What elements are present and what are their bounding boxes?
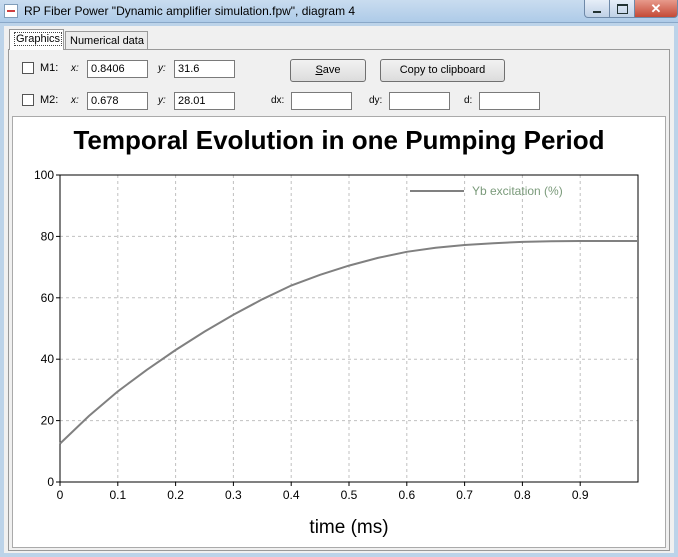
x-tick-label: 0.1 <box>109 488 126 502</box>
tab-numerical-label: Numerical data <box>70 35 144 47</box>
save-label-rest: ave <box>322 64 341 76</box>
m1-checkbox[interactable] <box>22 62 34 74</box>
x-tick-label: 0.5 <box>341 488 358 502</box>
title-bar: RP Fiber Power "Dynamic amplifier simula… <box>0 0 678 23</box>
m2-x-label: x: <box>71 95 79 106</box>
m2-checkbox[interactable] <box>22 94 34 106</box>
grid <box>60 175 638 482</box>
m2-label: M2: <box>40 94 59 106</box>
legend-label: Yb excitation (%) <box>472 184 563 198</box>
x-tick-label: 0.9 <box>572 488 589 502</box>
m1-x-label: x: <box>71 63 79 74</box>
m1-y-field[interactable] <box>174 60 235 78</box>
m1-label: M1: <box>40 62 59 74</box>
tab-graphics[interactable]: Graphics <box>9 29 64 50</box>
dy-field[interactable] <box>389 92 450 110</box>
minimize-button[interactable] <box>584 0 610 18</box>
copy-to-clipboard-button[interactable]: Copy to clipboard <box>380 59 505 82</box>
m2-x-field[interactable] <box>87 92 148 110</box>
ticks: 0 0.1 0.2 0.3 0.4 0.5 0.6 0.7 0.8 0.9 0 20 40 60 80 100 <box>34 168 589 502</box>
x-tick-label: 0 <box>57 488 64 502</box>
m2-y-field[interactable] <box>174 92 235 110</box>
d-field[interactable] <box>479 92 540 110</box>
m1-x-field[interactable] <box>87 60 148 78</box>
dx-field[interactable] <box>291 92 352 110</box>
legend: Yb excitation (%) <box>410 184 563 198</box>
tab-numerical-data[interactable]: Numerical data <box>65 31 148 49</box>
save-button[interactable]: Save <box>290 59 366 82</box>
y-tick-label: 20 <box>41 414 55 428</box>
graphics-panel: M1: x: y: Save Copy to clipboard M2: x: … <box>8 49 670 551</box>
y-tick-label: 100 <box>34 168 54 182</box>
close-button[interactable]: ✕ <box>634 0 678 18</box>
x-tick-label: 0.3 <box>225 488 242 502</box>
window-title: RP Fiber Power "Dynamic amplifier simula… <box>24 4 356 18</box>
dy-label: dy: <box>369 95 383 106</box>
x-tick-label: 0.4 <box>283 488 300 502</box>
close-icon: ✕ <box>650 1 662 16</box>
plot-area[interactable]: Temporal Evolution in one Pumping Period… <box>12 116 666 548</box>
x-tick-label: 0.6 <box>398 488 415 502</box>
m1-y-label: y: <box>158 63 166 74</box>
y-tick-label: 40 <box>41 352 55 366</box>
y-tick-label: 0 <box>47 475 54 489</box>
chart: Temporal Evolution in one Pumping Period… <box>34 125 639 538</box>
x-tick-label: 0.2 <box>167 488 184 502</box>
maximize-button[interactable] <box>609 0 635 18</box>
m2-y-label: y: <box>158 95 166 106</box>
y-tick-label: 80 <box>41 229 55 243</box>
x-tick-label: 0.8 <box>514 488 531 502</box>
maximize-icon <box>616 3 628 14</box>
y-tick-label: 60 <box>41 291 55 305</box>
minimize-icon <box>593 10 601 13</box>
save-label-accel: S <box>315 64 323 76</box>
app-icon <box>4 4 18 18</box>
dx-label: dx: <box>271 95 285 106</box>
x-axis-label: time (ms) <box>309 517 388 538</box>
x-tick-label: 0.7 <box>456 488 473 502</box>
tab-graphics-label: Graphics <box>14 32 63 46</box>
window-client: Graphics Numerical data M1: x: y: Save C… <box>4 26 674 553</box>
chart-title: Temporal Evolution in one Pumping Period <box>73 125 604 155</box>
d-label: d: <box>464 95 473 106</box>
